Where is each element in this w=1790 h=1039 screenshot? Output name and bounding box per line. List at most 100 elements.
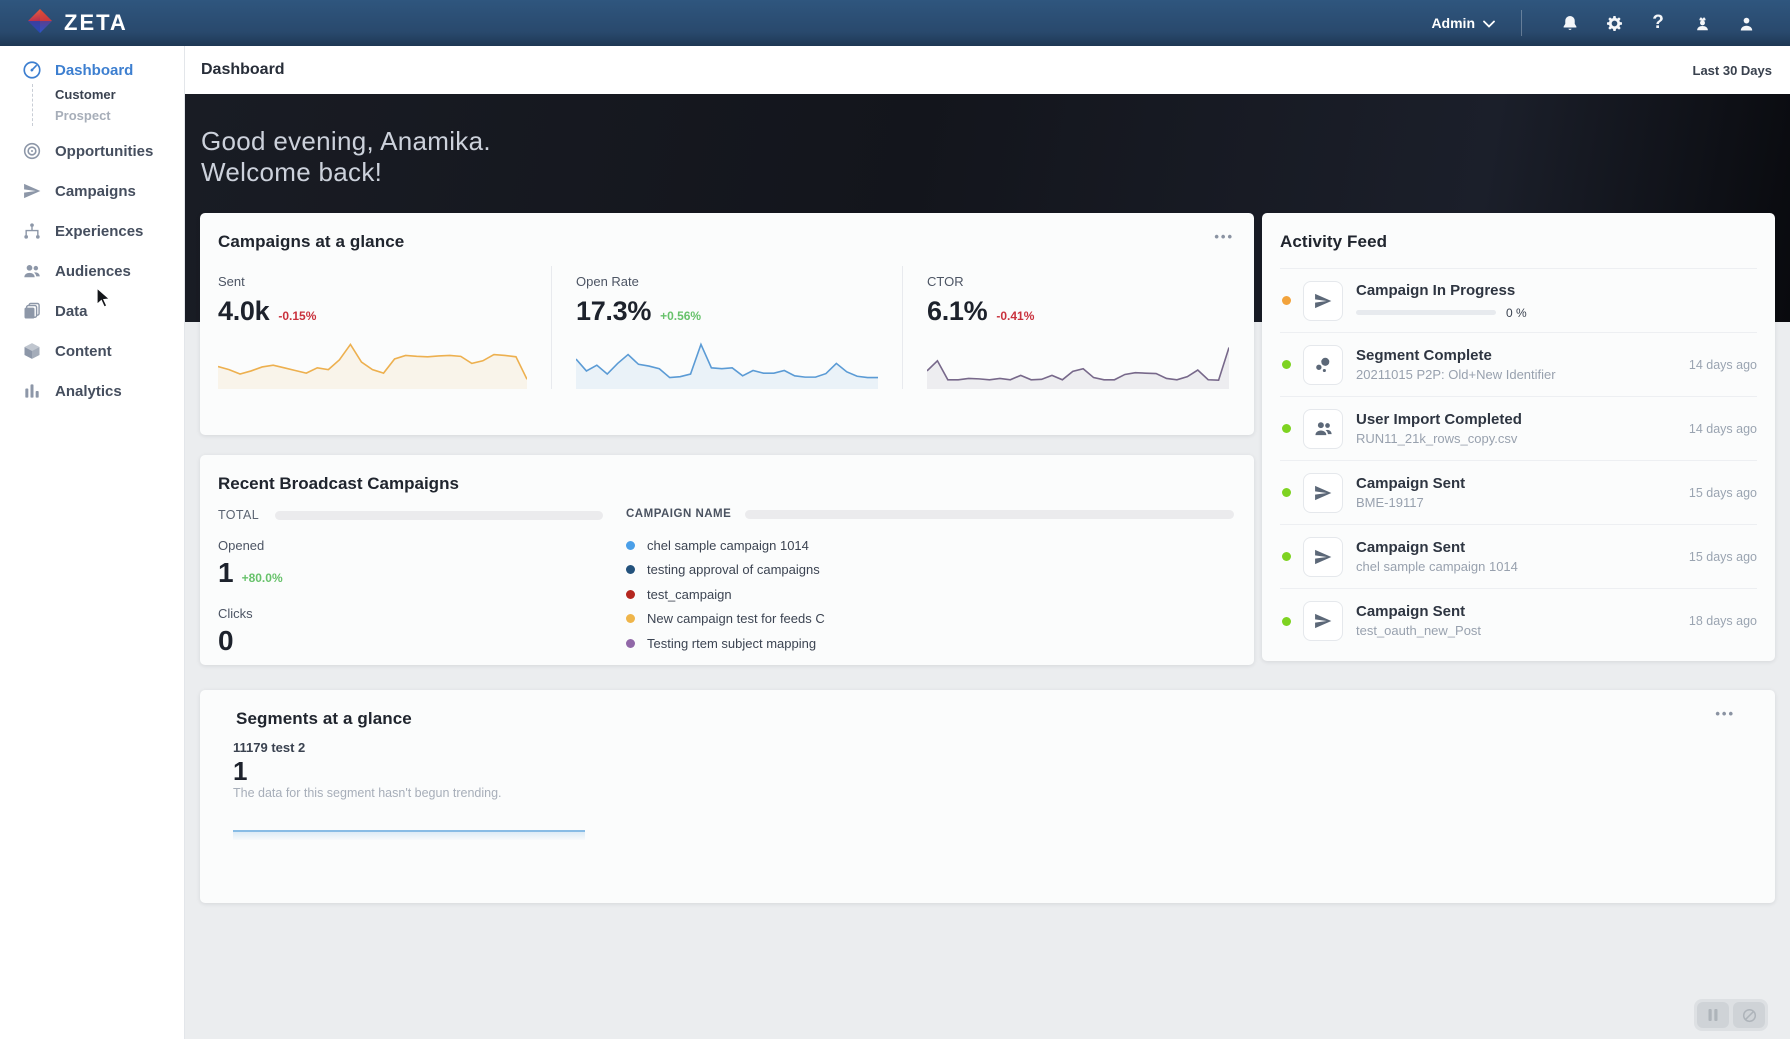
activity-feed-item[interactable]: Campaign Sent chel sample campaign 1014 15…	[1280, 525, 1757, 589]
segments-glance-title: Segments at a glance	[236, 709, 412, 728]
segment-trend-line	[233, 830, 585, 840]
status-dot	[1282, 552, 1291, 561]
activity-feed-item[interactable]: Campaign In Progress 0 %	[1280, 269, 1757, 333]
admin-label: Admin	[1431, 15, 1475, 31]
segments-glance-menu-button[interactable]: •••	[1715, 707, 1735, 720]
cube-icon	[22, 341, 42, 361]
total-label: TOTAL	[218, 508, 260, 522]
legend-color-dot	[626, 638, 635, 648]
total-bar	[275, 510, 604, 520]
activity-feed-item[interactable]: Segment Complete 20211015 P2P: Old+New Id…	[1280, 333, 1757, 397]
sidebar-item-opportunities[interactable]: Opportunities	[0, 131, 184, 171]
sidebar-item-label: Opportunities	[55, 142, 154, 160]
feed-item-timestamp: 15 days ago	[1688, 485, 1757, 500]
sidebar-subitem-customer[interactable]: Customer	[55, 84, 184, 105]
zeta-logo-icon	[27, 8, 53, 39]
sidebar-item-label: Analytics	[55, 382, 122, 400]
metric-delta: +0.56%	[660, 309, 702, 323]
clicks-label: Clicks	[218, 606, 253, 621]
sidebar-item-analytics[interactable]: Analytics	[0, 371, 184, 411]
sidebar-item-content[interactable]: Content	[0, 331, 184, 371]
feed-item-subtitle: RUN11_21k_rows_copy.csv	[1356, 430, 1518, 446]
sidebar-subitem-prospect[interactable]: Prospect	[55, 105, 184, 126]
brand[interactable]: ZETA	[0, 8, 128, 39]
campaign-legend-item: test_campaign	[626, 582, 1234, 607]
campaign-name-bar	[745, 509, 1234, 519]
segment-name: 11179 test 2	[233, 740, 306, 755]
page-header: Dashboard Last 30 Days	[184, 46, 1790, 94]
sidebar-item-label: Campaigns	[55, 182, 136, 200]
metric-delta: -0.41%	[996, 309, 1035, 323]
files-icon	[22, 301, 42, 321]
segments-at-a-glance-card: Segments at a glance ••• 11179 test 2 1 …	[200, 690, 1775, 903]
metric-ctor: CTOR 6.1% -0.41%	[902, 266, 1253, 389]
user-import-icon	[1303, 408, 1343, 449]
sidebar-item-audiences[interactable]: Audiences	[0, 251, 184, 291]
admin-menu[interactable]: Admin	[1431, 15, 1495, 31]
segment-note: The data for this segment hasn't begun t…	[233, 786, 502, 800]
activity-feed-item[interactable]: User Import Completed RUN11_21k_rows_copy…	[1280, 397, 1757, 461]
feed-item-title: Campaign Sent	[1356, 538, 1466, 556]
campaigns-at-a-glance-card: Campaigns at a glance ••• Sent 4.0k -0.15%…	[200, 213, 1254, 435]
sidebar-item-campaigns[interactable]: Campaigns	[0, 171, 184, 211]
paper-plane-icon	[1303, 280, 1343, 321]
feed-item-timestamp: 18 days ago	[1688, 614, 1757, 628]
legend-label: testing approval of campaigns	[647, 562, 820, 578]
people-icon	[22, 261, 42, 281]
target-icon	[22, 141, 42, 161]
settings-gear-icon[interactable]	[1592, 14, 1636, 33]
greeting-line-2: Welcome back!	[201, 157, 383, 187]
feed-item-subtitle: chel sample campaign 1014	[1356, 558, 1518, 574]
segment-dots-icon	[1303, 344, 1343, 385]
opened-value: 1	[218, 557, 234, 588]
bars-icon	[22, 381, 42, 401]
legend-label: chel sample campaign 1014	[647, 537, 809, 553]
brand-name: ZETA	[64, 10, 128, 35]
sidebar-item-dashboard[interactable]: Dashboard	[0, 56, 184, 84]
metric-sparkline	[218, 337, 527, 389]
feed-item-title: Segment Complete	[1356, 346, 1492, 364]
help-icon[interactable]: ?	[1636, 12, 1680, 34]
activity-feed-item[interactable]: Campaign Sent BME-19117 15 days ago	[1280, 461, 1757, 525]
metric-value: 6.1%	[927, 296, 988, 326]
status-dot	[1282, 488, 1291, 497]
activity-feed-item[interactable]: Campaign Sent test_oauth_new_Post 18 days …	[1280, 589, 1757, 653]
campaigns-glance-menu-button[interactable]: •••	[1214, 230, 1234, 243]
feed-item-timestamp: 14 days ago	[1688, 357, 1757, 372]
feed-item-subtitle: 20211015 P2P: Old+New Identifier	[1356, 366, 1556, 382]
sidebar-item-experiences[interactable]: Experiences	[0, 211, 184, 251]
feed-item-title: Campaign Sent	[1356, 603, 1466, 620]
feed-progress-bar	[1356, 310, 1496, 315]
admin-users-icon[interactable]	[1680, 14, 1724, 33]
status-dot	[1282, 616, 1291, 626]
feed-item-title: Campaign In Progress	[1356, 281, 1516, 299]
metric-sent: Sent 4.0k -0.15%	[200, 266, 551, 389]
sidebar-item-data[interactable]: Data	[0, 291, 184, 331]
opened-delta: +80.0%	[241, 571, 283, 585]
metric-value: 17.3%	[576, 296, 652, 326]
recent-broadcast-title: Recent Broadcast Campaigns	[218, 474, 459, 493]
campaign-name-column-header: CAMPAIGN NAME	[626, 508, 732, 520]
feed-item-title: Campaign Sent	[1356, 474, 1466, 492]
status-dot	[1282, 424, 1291, 433]
metric-delta: -0.15%	[278, 309, 317, 323]
metric-label: Open Rate	[576, 274, 639, 289]
feed-item-timestamp: 14 days ago	[1688, 421, 1757, 436]
disable-tracking-button[interactable]	[1733, 1002, 1765, 1028]
flow-icon	[22, 221, 42, 241]
pause-button[interactable]	[1697, 1002, 1729, 1028]
user-profile-icon[interactable]	[1724, 14, 1768, 33]
legend-label: Testing rtem subject mapping	[647, 635, 817, 651]
sidebar-item-label: Content	[55, 342, 112, 360]
segment-value: 1	[233, 756, 248, 786]
page-title: Dashboard	[201, 61, 285, 78]
paper-plane-icon	[1303, 472, 1343, 513]
legend-color-dot	[626, 589, 635, 599]
greeting-line-1: Good evening, Anamika.	[201, 126, 491, 156]
legend-label: test_campaign	[647, 586, 732, 602]
activity-feed-card: Activity Feed Campaign In Progress 0 % Seg…	[1262, 213, 1775, 661]
date-range-selector[interactable]: Last 30 Days	[1693, 63, 1773, 78]
sidebar-item-label: Dashboard	[55, 61, 134, 79]
notifications-bell-icon[interactable]	[1548, 14, 1592, 33]
feed-item-timestamp: 15 days ago	[1688, 549, 1757, 564]
